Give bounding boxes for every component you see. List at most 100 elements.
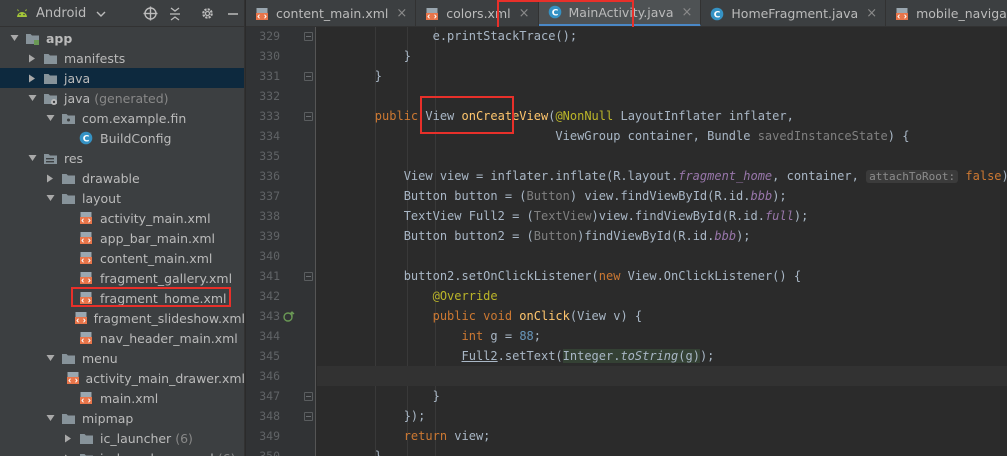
code-line[interactable]: }); (317, 406, 1007, 426)
tree-row-fragment-slideshow-xml[interactable]: fragment_slideshow.xml (0, 308, 245, 328)
fold-marker[interactable] (304, 72, 313, 81)
package-icon (60, 111, 76, 125)
tree-row-res[interactable]: res (0, 148, 244, 168)
code-line[interactable]: View view = inflater.inflate(R.layout.fr… (317, 166, 1007, 186)
code-token: View.OnClickListener() { (627, 269, 802, 283)
tab-mainactivity-java[interactable]: C MainActivity.java × (538, 0, 702, 26)
close-icon[interactable]: × (866, 6, 877, 21)
chevron-down-icon[interactable] (26, 152, 38, 164)
code-token: Button button = ( (317, 189, 527, 203)
close-icon[interactable]: × (519, 6, 530, 21)
code-line[interactable]: } (317, 386, 1007, 406)
line-number: 337 (259, 189, 280, 203)
code-line[interactable]: public void onClick(View v) { (317, 306, 1007, 326)
fold-marker[interactable] (304, 272, 313, 281)
line-number: 345 (259, 349, 280, 363)
chevron-down-icon[interactable] (44, 412, 56, 424)
chevron-right-icon[interactable] (44, 172, 56, 184)
code-line[interactable]: TextView Full2 = (TextView)view.findView… (317, 206, 1007, 226)
code-line[interactable] (317, 246, 1007, 266)
code-line[interactable] (317, 146, 1007, 166)
gear-icon[interactable] (196, 0, 218, 27)
xml-file-icon (424, 7, 440, 21)
tree-item-label: manifests (64, 50, 126, 66)
tree-item-label: activity_main.xml (100, 210, 211, 226)
tree-row-com-example-fin[interactable]: com.example.fin (0, 108, 244, 128)
code-line[interactable]: int g = 88; (317, 326, 1007, 346)
tree-row-fragment-home-xml[interactable]: fragment_home.xml (0, 288, 244, 308)
tree-item-label: main.xml (100, 390, 159, 406)
line-number: 343 (259, 309, 280, 323)
chevron-down-icon[interactable] (44, 112, 56, 124)
tree-row-activity-main-drawer-xml[interactable]: activity_main_drawer.xml (0, 368, 244, 388)
tab-label: mobile_navigation.xml (916, 6, 1007, 21)
fold-marker[interactable] (304, 412, 313, 421)
tree-row-app[interactable]: app (0, 28, 244, 48)
code-line[interactable] (317, 366, 1007, 386)
crosshair-icon[interactable] (139, 0, 161, 27)
minimize-icon[interactable] (222, 0, 244, 27)
close-icon[interactable]: × (681, 5, 692, 20)
tab-homefragment-java[interactable]: C HomeFragment.java × (701, 0, 887, 26)
tab-label: colors.xml (446, 6, 511, 21)
tree-row-java[interactable]: java (generated) (0, 88, 244, 108)
fold-marker[interactable] (304, 392, 313, 401)
tree-row-ic-launcher-round[interactable]: ic_launcher_round (6) (0, 448, 244, 456)
chevron-right-icon[interactable] (62, 432, 74, 444)
chevron-down-icon[interactable] (44, 352, 56, 364)
line-number: 334 (259, 129, 280, 143)
tree-row-fragment-gallery-xml[interactable]: fragment_gallery.xml (0, 268, 244, 288)
tab-mobile-navigation-xml[interactable]: mobile_navigation.xml× (886, 0, 1007, 26)
chevron-right-icon[interactable] (26, 72, 38, 84)
fold-marker[interactable] (304, 112, 313, 121)
tab-content-main-xml[interactable]: content_main.xml × (246, 0, 417, 26)
tree-row-manifests[interactable]: manifests (0, 48, 244, 68)
tree-row-buildconfig[interactable]: C BuildConfig (0, 128, 244, 148)
tab-colors-xml[interactable]: colors.xml × (416, 0, 539, 26)
code-line[interactable]: ViewGroup container, Bundle savedInstanc… (317, 126, 1007, 146)
tree-item-label: fragment_slideshow.xml (93, 310, 245, 326)
tree-row-mipmap[interactable]: mipmap (0, 408, 244, 428)
chevron-down-icon[interactable] (44, 192, 56, 204)
xml-file-icon (78, 291, 94, 305)
code-line[interactable]: e.printStackTrace(); (317, 26, 1007, 46)
override-icon[interactable] (282, 309, 296, 323)
collapse-all-icon[interactable] (164, 0, 186, 27)
code-line[interactable]: } (317, 446, 1007, 456)
tree-row-drawable[interactable]: drawable (0, 168, 244, 188)
code-token: new (598, 269, 628, 283)
code-editor[interactable]: 329 330 331 332 333 334 335 336 337 338 339 340 341 3… (246, 27, 1007, 456)
tree-row-ic-launcher[interactable]: ic_launcher (6) (0, 428, 244, 448)
code-line[interactable]: @Override (317, 286, 1007, 306)
tree-row-main-xml[interactable]: main.xml (0, 388, 244, 408)
code-line[interactable]: } (317, 46, 1007, 66)
tree-row-layout[interactable]: layout (0, 188, 244, 208)
code-line[interactable]: Full2.setText(Integer.toString(g)); (317, 346, 1007, 366)
android-icon (14, 6, 30, 20)
code-line[interactable]: button2.setOnClickListener(new View.OnCl… (317, 266, 1007, 286)
tree-row-java[interactable]: java (0, 68, 244, 88)
tree-row-menu[interactable]: menu (0, 348, 244, 368)
chevron-down-icon[interactable] (26, 92, 38, 104)
tree-item-label: fragment_gallery.xml (100, 270, 233, 286)
tree-row-nav-header-main-xml[interactable]: nav_header_main.xml (0, 328, 244, 348)
project-view-selector[interactable]: Android (0, 0, 106, 27)
xml-file-icon (78, 391, 94, 405)
tree-row-activity-main-xml[interactable]: activity_main.xml (0, 208, 244, 228)
code-line[interactable]: Button button2 = (Button)findViewById(R.… (317, 226, 1007, 246)
code-line[interactable]: public View onCreateView(@NonNull Layout… (317, 106, 1007, 126)
code-line[interactable]: return view; (317, 426, 1007, 446)
close-icon[interactable]: × (396, 6, 407, 21)
tree-row-content-main-xml[interactable]: content_main.xml (0, 248, 244, 268)
tree-row-app-bar-main-xml[interactable]: app_bar_main.xml (0, 228, 244, 248)
code-line[interactable]: } (317, 66, 1007, 86)
code-area[interactable]: e.printStackTrace(); } } public View onC… (317, 27, 1007, 456)
chevron-right-icon[interactable] (62, 452, 74, 456)
code-line[interactable] (317, 86, 1007, 106)
code-token: , container, (772, 169, 867, 183)
fold-marker[interactable] (304, 32, 313, 41)
chevron-right-icon[interactable] (26, 52, 38, 64)
chevron-down-icon[interactable] (8, 32, 20, 44)
code-line[interactable]: Button button = (Button) view.findViewBy… (317, 186, 1007, 206)
